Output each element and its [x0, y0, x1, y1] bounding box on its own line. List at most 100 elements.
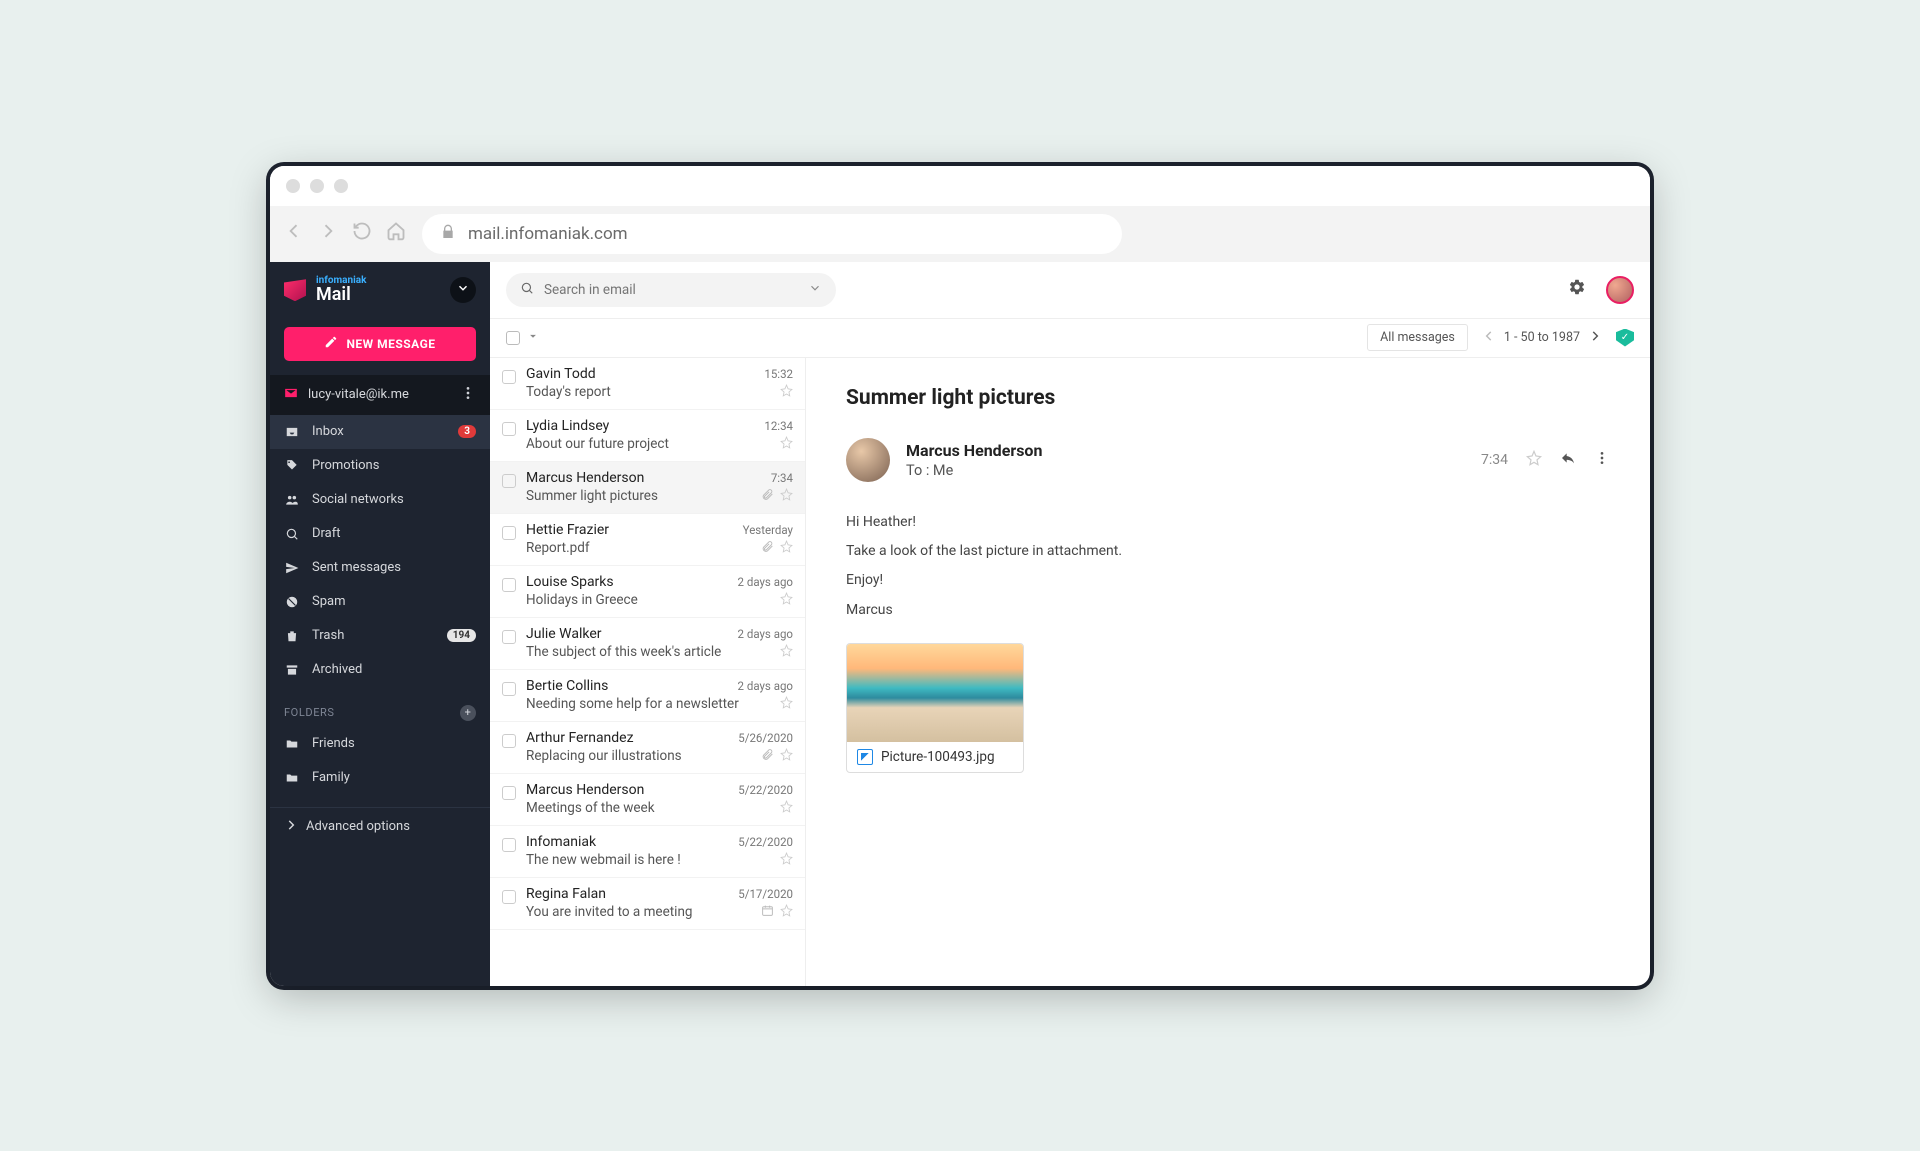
star-icon[interactable]: [780, 488, 793, 505]
reload-icon[interactable]: [352, 221, 372, 246]
advanced-label: Advanced options: [306, 819, 410, 834]
email-checkbox[interactable]: [502, 682, 516, 696]
email-checkbox[interactable]: [502, 422, 516, 436]
nav-badge: 194: [447, 629, 476, 642]
reader-body: Hi Heather!Take a look of the last pictu…: [846, 508, 1610, 626]
folder-icon: [284, 736, 300, 752]
folder-icon: [284, 770, 300, 786]
email-from: Marcus Henderson: [526, 470, 644, 486]
folder-item[interactable]: Friends: [270, 727, 490, 761]
pager: 1 - 50 to 1987: [1482, 329, 1602, 347]
email-item[interactable]: Arthur Fernandez5/26/2020 Replacing our …: [490, 722, 805, 774]
window-max-dot[interactable]: [334, 179, 348, 193]
nav-label: Draft: [312, 526, 476, 541]
email-item[interactable]: Marcus Henderson7:34 Summer light pictur…: [490, 462, 805, 514]
email-item[interactable]: Bertie Collins2 days ago Needing some he…: [490, 670, 805, 722]
email-item[interactable]: Marcus Henderson5/22/2020 Meetings of th…: [490, 774, 805, 826]
star-icon[interactable]: [780, 592, 793, 609]
email-checkbox[interactable]: [502, 630, 516, 644]
email-checkbox[interactable]: [502, 734, 516, 748]
nav-item-social-networks[interactable]: Social networks: [270, 483, 490, 517]
forward-icon[interactable]: [318, 221, 338, 246]
email-checkbox[interactable]: [502, 890, 516, 904]
brand-dropdown[interactable]: [450, 277, 476, 303]
profile-avatar[interactable]: [1606, 276, 1634, 304]
lock-icon: [440, 224, 456, 244]
reader-more-icon[interactable]: [1594, 450, 1610, 470]
star-icon[interactable]: [780, 540, 793, 557]
nav-item-inbox[interactable]: Inbox 3: [270, 415, 490, 449]
nav-item-archived[interactable]: Archived: [270, 653, 490, 687]
advanced-options[interactable]: Advanced options: [270, 807, 490, 846]
mail-app: infomaniak Mail NEW MESSAGE lucy-vitale@…: [270, 262, 1650, 986]
star-icon[interactable]: [780, 904, 793, 921]
filter-all-messages[interactable]: All messages: [1367, 324, 1468, 351]
nav-label: Archived: [312, 662, 476, 677]
list-controls: All messages 1 - 50 to 1987: [490, 318, 1650, 358]
attachment-card[interactable]: Picture-100493.jpg: [846, 643, 1024, 773]
search-input[interactable]: [544, 282, 798, 298]
email-time: 2 days ago: [738, 627, 793, 641]
compose-button[interactable]: NEW MESSAGE: [284, 327, 476, 361]
email-item[interactable]: Julie Walker2 days ago The subject of th…: [490, 618, 805, 670]
email-checkbox[interactable]: [502, 474, 516, 488]
star-icon[interactable]: [780, 384, 793, 401]
star-icon[interactable]: [780, 800, 793, 817]
account-row[interactable]: lucy-vitale@ik.me: [270, 375, 490, 415]
nav-label: Inbox: [312, 424, 446, 439]
reply-icon[interactable]: [1560, 450, 1576, 470]
star-icon[interactable]: [780, 748, 793, 765]
archive-icon: [284, 662, 300, 678]
folder-item[interactable]: Family: [270, 761, 490, 795]
email-time: 2 days ago: [738, 575, 793, 589]
nav-item-spam[interactable]: Spam: [270, 585, 490, 619]
nav-item-draft[interactable]: Draft: [270, 517, 490, 551]
home-icon[interactable]: [386, 221, 406, 246]
account-more-icon[interactable]: [460, 385, 476, 405]
email-item[interactable]: Infomaniak5/22/2020 The new webmail is h…: [490, 826, 805, 878]
nav-list: Inbox 3 Promotions Social networks Draft…: [270, 415, 490, 687]
nav-badge: 3: [458, 425, 476, 438]
reader-subject: Summer light pictures: [846, 386, 1610, 410]
back-icon[interactable]: [284, 221, 304, 246]
select-all-checkbox[interactable]: [506, 331, 520, 345]
page-next-icon[interactable]: [1588, 329, 1602, 347]
add-folder-button[interactable]: +: [460, 705, 476, 721]
email-item[interactable]: Louise Sparks2 days ago Holidays in Gree…: [490, 566, 805, 618]
search-box[interactable]: [506, 273, 836, 307]
email-checkbox[interactable]: [502, 786, 516, 800]
chevron-down-icon: [456, 281, 470, 299]
folders-header-label: FOLDERS: [284, 706, 335, 719]
url-text: mail.infomaniak.com: [468, 224, 628, 244]
star-icon[interactable]: [780, 852, 793, 869]
search-dropdown-icon[interactable]: [808, 281, 822, 299]
email-item[interactable]: Hettie FrazierYesterday Report.pdf: [490, 514, 805, 566]
star-icon[interactable]: [780, 696, 793, 713]
email-checkbox[interactable]: [502, 838, 516, 852]
star-icon[interactable]: [780, 436, 793, 453]
window-min-dot[interactable]: [310, 179, 324, 193]
select-dropdown-icon[interactable]: [526, 329, 540, 347]
settings-icon[interactable]: [1568, 278, 1586, 301]
reader-body-line: Marcus: [846, 596, 1610, 625]
email-checkbox[interactable]: [502, 370, 516, 384]
page-prev-icon[interactable]: [1482, 329, 1496, 347]
nav-item-sent-messages[interactable]: Sent messages: [270, 551, 490, 585]
star-icon[interactable]: [1526, 450, 1542, 470]
browser-toolbar: mail.infomaniak.com: [270, 206, 1650, 262]
url-bar[interactable]: mail.infomaniak.com: [422, 214, 1122, 254]
compose-label: NEW MESSAGE: [346, 337, 435, 351]
nav-item-trash[interactable]: Trash 194: [270, 619, 490, 653]
email-item[interactable]: Gavin Todd15:32 Today's report: [490, 358, 805, 410]
nav-label: Spam: [312, 594, 476, 609]
security-shield-icon[interactable]: [1616, 329, 1634, 347]
email-item[interactable]: Regina Falan5/17/2020 You are invited to…: [490, 878, 805, 930]
star-icon[interactable]: [780, 644, 793, 661]
nav-item-promotions[interactable]: Promotions: [270, 449, 490, 483]
email-checkbox[interactable]: [502, 526, 516, 540]
email-checkbox[interactable]: [502, 578, 516, 592]
email-item[interactable]: Lydia Lindsey12:34 About our future proj…: [490, 410, 805, 462]
email-time: 5/26/2020: [738, 731, 793, 745]
email-time: 5/22/2020: [738, 783, 793, 797]
window-close-dot[interactable]: [286, 179, 300, 193]
